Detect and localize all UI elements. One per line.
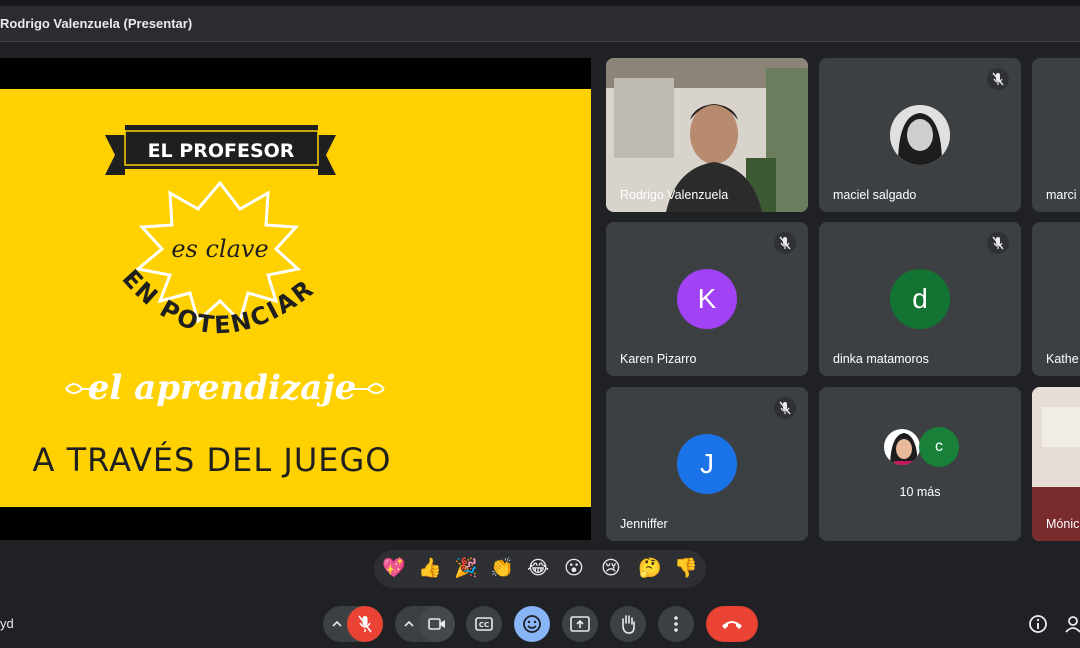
raise-hand-button[interactable] — [610, 606, 646, 642]
more-vert-icon — [674, 616, 678, 632]
reaction-clap[interactable]: 👏 — [490, 558, 514, 580]
present-screen-button[interactable] — [562, 606, 598, 642]
info-icon — [1029, 615, 1047, 633]
avatar-initial: J — [677, 434, 737, 494]
participant-name: dinka matamoros — [833, 352, 929, 366]
participant-tile-karen[interactable]: K Karen Pizarro — [606, 222, 808, 376]
participant-tile-monic[interactable]: Mónic — [1032, 387, 1080, 541]
reaction-thumbs-down[interactable]: 👎 — [674, 558, 698, 580]
reaction-sad[interactable]: 😢 — [601, 558, 621, 580]
avatar-initial: d — [890, 269, 950, 329]
slide-line5: A TRAVÉS DEL JUEGO — [33, 441, 392, 479]
svg-text:CC: CC — [479, 621, 489, 629]
avatar-initial: c — [919, 427, 959, 467]
participant-name: Kathe — [1046, 352, 1079, 366]
more-participants-label: 10 más — [899, 485, 941, 499]
slide-line4: el aprendizaje — [88, 368, 356, 408]
reaction-surprised[interactable]: 😮 — [564, 558, 584, 580]
participant-name: Karen Pizarro — [620, 352, 697, 366]
video-camera-icon — [428, 618, 445, 630]
reaction-party[interactable]: 🎉 — [454, 558, 478, 580]
avatar-photo — [890, 105, 950, 165]
avatar-initial: K — [677, 269, 737, 329]
participant-name: Mónic — [1046, 517, 1080, 531]
reaction-heart[interactable]: 💖 — [382, 558, 406, 580]
presentation-stage[interactable]: EL PROFESOR es clave EN POTENCIAR el apr… — [0, 58, 591, 540]
smiley-icon — [523, 615, 541, 633]
participant-name: Jenniffer — [620, 517, 668, 531]
participant-tile-kathe[interactable]: Kathe — [1032, 222, 1080, 376]
captions-button[interactable]: CC — [466, 606, 502, 642]
presentation-slide: EL PROFESOR es clave EN POTENCIAR el apr… — [0, 89, 591, 507]
meeting-details-button[interactable] — [1024, 606, 1052, 642]
presenter-title: Rodrigo Valenzuela (Presentar) — [0, 16, 193, 31]
chevron-up-icon[interactable] — [331, 618, 343, 630]
avatar-bitmoji — [882, 427, 922, 467]
slide-artwork: EL PROFESOR es clave EN POTENCIAR el apr… — [33, 125, 392, 479]
title-bar: Rodrigo Valenzuela (Presentar) — [0, 6, 1080, 42]
more-options-button[interactable] — [658, 606, 694, 642]
hang-up-icon — [722, 621, 742, 629]
present-screen-icon — [570, 616, 590, 632]
mic-off-icon — [358, 615, 372, 633]
reaction-laugh[interactable]: 😂 — [527, 558, 549, 580]
closed-captions-icon: CC — [475, 617, 493, 631]
mic-off-icon — [774, 232, 796, 254]
participant-name: Rodrigo Valenzuela — [620, 188, 729, 202]
meeting-info-text: yd — [0, 616, 14, 631]
mic-off-icon — [987, 232, 1009, 254]
people-button[interactable] — [1064, 606, 1080, 642]
participant-tile-rodrigo[interactable]: Rodrigo Valenzuela — [606, 58, 808, 212]
mic-off-icon — [987, 68, 1009, 90]
reactions-bar: 💖 👍 🎉 👏 😂 😮 😢 🤔 👎 — [374, 550, 706, 588]
people-icon — [1065, 616, 1080, 633]
participant-name: marci — [1046, 188, 1077, 202]
mic-toggle-button[interactable] — [347, 606, 383, 642]
reaction-thinking[interactable]: 🤔 — [638, 558, 662, 580]
end-call-button[interactable] — [706, 606, 758, 642]
participant-tile-maciel[interactable]: maciel salgado — [819, 58, 1021, 212]
camera-toggle-button[interactable] — [419, 606, 455, 642]
participant-tile-jenniffer[interactable]: J Jenniffer — [606, 387, 808, 541]
mic-off-icon — [774, 397, 796, 419]
participant-tile-marci[interactable]: marci — [1032, 58, 1080, 212]
chevron-up-icon[interactable] — [403, 618, 415, 630]
slide-line2: es clave — [171, 235, 268, 263]
reactions-button[interactable] — [514, 606, 550, 642]
reaction-thumbs-up[interactable]: 👍 — [418, 558, 442, 580]
participant-name: maciel salgado — [833, 188, 917, 202]
participant-tile-more[interactable]: c 10 más — [819, 387, 1021, 541]
slide-line1: EL PROFESOR — [148, 140, 295, 162]
raise-hand-icon — [622, 615, 635, 634]
participant-tile-dinka[interactable]: d dinka matamoros — [819, 222, 1021, 376]
